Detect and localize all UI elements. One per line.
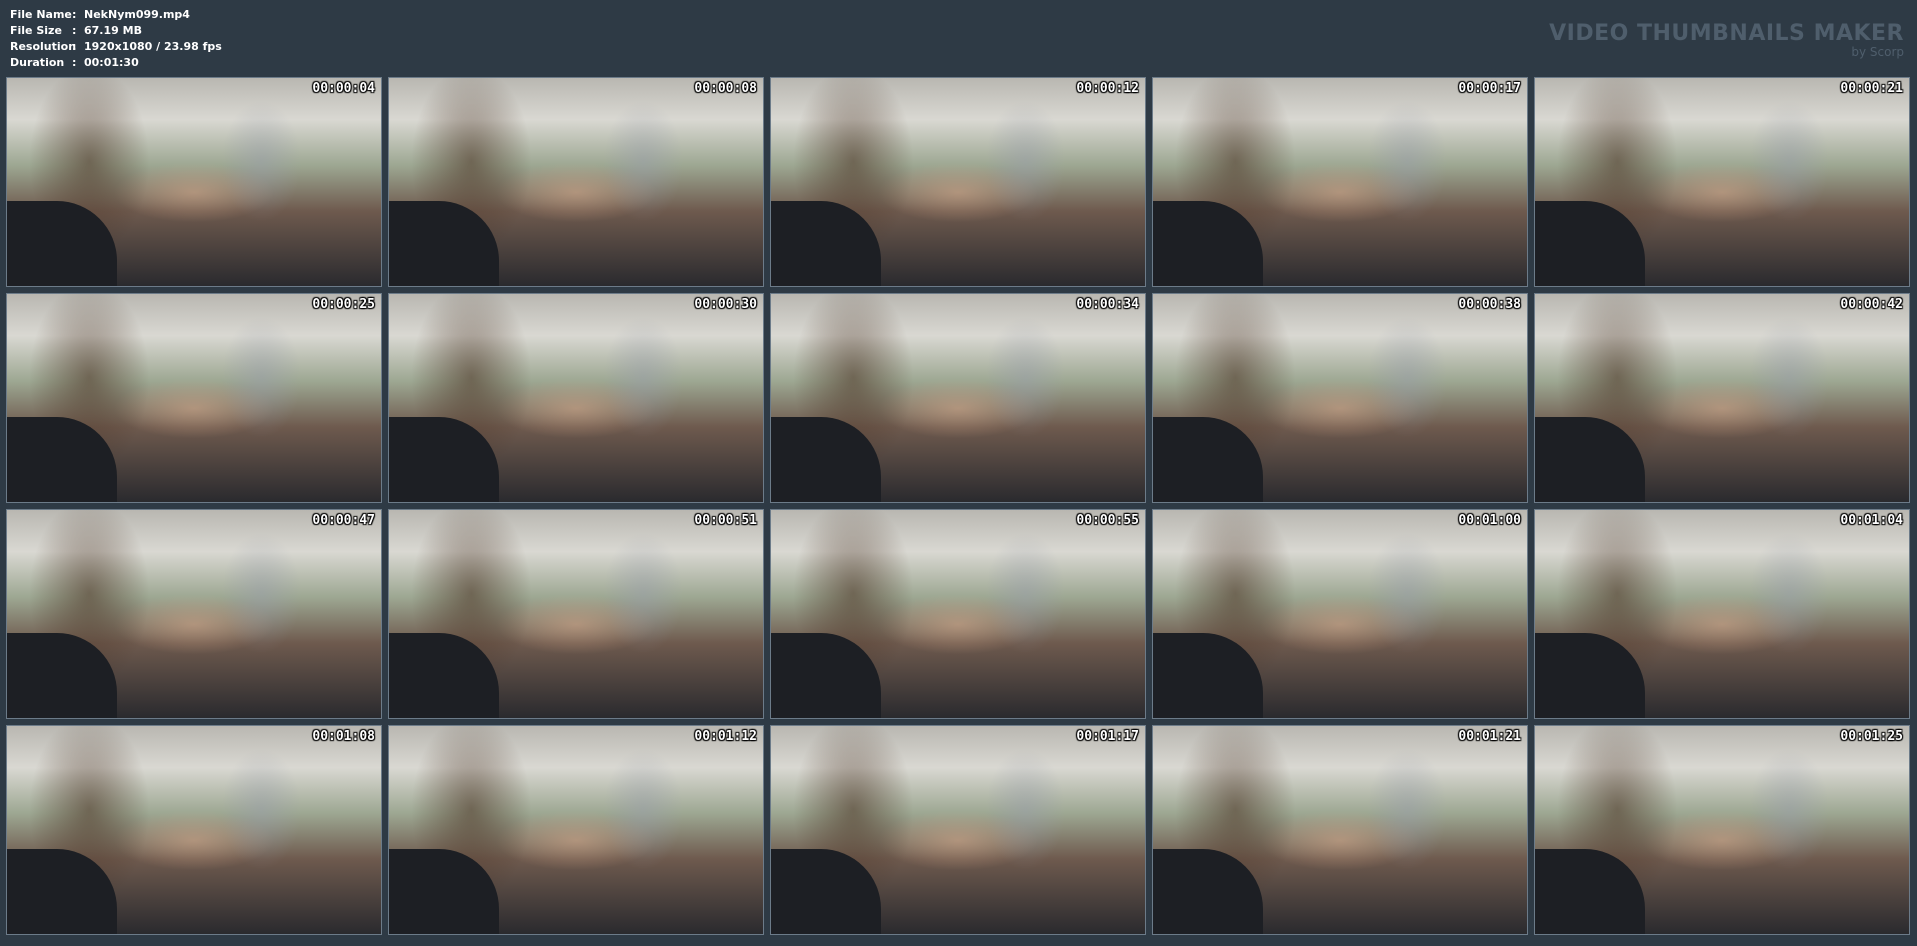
frame-timestamp: 00:00:42 <box>1840 297 1903 312</box>
thumbnail-frame[interactable]: 00:01:12 <box>388 725 764 935</box>
thumbnail-frame[interactable]: 00:01:17 <box>770 725 1146 935</box>
brand-title: VIDEO THUMBNAILS MAKER <box>1549 21 1904 46</box>
thumbnail-frame[interactable]: 00:00:47 <box>6 509 382 719</box>
thumbnail-frame[interactable]: 00:00:12 <box>770 77 1146 287</box>
thumbnail-frame[interactable]: 00:00:55 <box>770 509 1146 719</box>
resolution-value: 1920x1080 / 23.98 fps <box>84 40 222 53</box>
thumbnail-frame[interactable]: 00:01:25 <box>1534 725 1910 935</box>
frame-timestamp: 00:01:17 <box>1076 729 1139 744</box>
thumbnail-frame[interactable]: 00:00:25 <box>6 293 382 503</box>
frame-timestamp: 00:00:47 <box>312 513 375 528</box>
frame-timestamp: 00:00:08 <box>694 81 757 96</box>
frame-timestamp: 00:00:21 <box>1840 81 1903 96</box>
frame-timestamp: 00:01:00 <box>1458 513 1521 528</box>
frame-timestamp: 00:01:12 <box>694 729 757 744</box>
file-name-value: NekNym099.mp4 <box>84 8 190 21</box>
thumbnail-frame[interactable]: 00:00:34 <box>770 293 1146 503</box>
frame-timestamp: 00:00:04 <box>312 81 375 96</box>
thumbnail-frame[interactable]: 00:00:51 <box>388 509 764 719</box>
separator: : <box>72 56 77 69</box>
thumbnail-frame[interactable]: 00:00:21 <box>1534 77 1910 287</box>
thumbnail-frame[interactable]: 00:00:04 <box>6 77 382 287</box>
thumbnail-frame[interactable]: 00:00:38 <box>1152 293 1528 503</box>
frame-timestamp: 00:01:25 <box>1840 729 1903 744</box>
thumbnail-frame[interactable]: 00:01:04 <box>1534 509 1910 719</box>
separator: : <box>72 8 77 21</box>
duration-label: Duration <box>10 56 65 69</box>
frame-timestamp: 00:00:34 <box>1076 297 1139 312</box>
file-size-label: File Size <box>10 24 62 37</box>
brand-subtitle: by Scorp <box>1851 45 1904 59</box>
thumbnail-frame[interactable]: 00:00:17 <box>1152 77 1528 287</box>
thumbnail-grid: 00:00:04 00:00:08 00:00:12 00:00:17 00:0… <box>6 77 1910 935</box>
frame-timestamp: 00:01:04 <box>1840 513 1903 528</box>
duration-value: 00:01:30 <box>84 56 139 69</box>
frame-timestamp: 00:00:38 <box>1458 297 1521 312</box>
frame-timestamp: 00:01:08 <box>312 729 375 744</box>
frame-timestamp: 00:00:55 <box>1076 513 1139 528</box>
brand-logo: VIDEO THUMBNAILS MAKER by Scorp <box>1549 21 1904 59</box>
frame-timestamp: 00:01:21 <box>1458 729 1521 744</box>
separator: : <box>72 40 77 53</box>
frame-timestamp: 00:00:17 <box>1458 81 1521 96</box>
file-name-label: File Name <box>10 8 72 21</box>
resolution-label: Resolution <box>10 40 77 53</box>
file-size-row: File Size : 67.19 MB <box>10 23 222 39</box>
frame-timestamp: 00:00:25 <box>312 297 375 312</box>
file-name-row: File Name : NekNym099.mp4 <box>10 7 222 23</box>
thumbnail-frame[interactable]: 00:01:08 <box>6 725 382 935</box>
thumbnail-frame[interactable]: 00:01:21 <box>1152 725 1528 935</box>
thumbnail-frame[interactable]: 00:00:08 <box>388 77 764 287</box>
separator: : <box>72 24 77 37</box>
thumbnail-frame[interactable]: 00:00:42 <box>1534 293 1910 503</box>
frame-timestamp: 00:00:30 <box>694 297 757 312</box>
frame-timestamp: 00:00:51 <box>694 513 757 528</box>
file-info-panel: File Name : NekNym099.mp4 File Size : 67… <box>10 7 222 71</box>
file-size-value: 67.19 MB <box>84 24 142 37</box>
thumbnail-frame[interactable]: 00:01:00 <box>1152 509 1528 719</box>
thumbnail-frame[interactable]: 00:00:30 <box>388 293 764 503</box>
resolution-row: Resolution : 1920x1080 / 23.98 fps <box>10 39 222 55</box>
duration-row: Duration : 00:01:30 <box>10 55 222 71</box>
frame-timestamp: 00:00:12 <box>1076 81 1139 96</box>
